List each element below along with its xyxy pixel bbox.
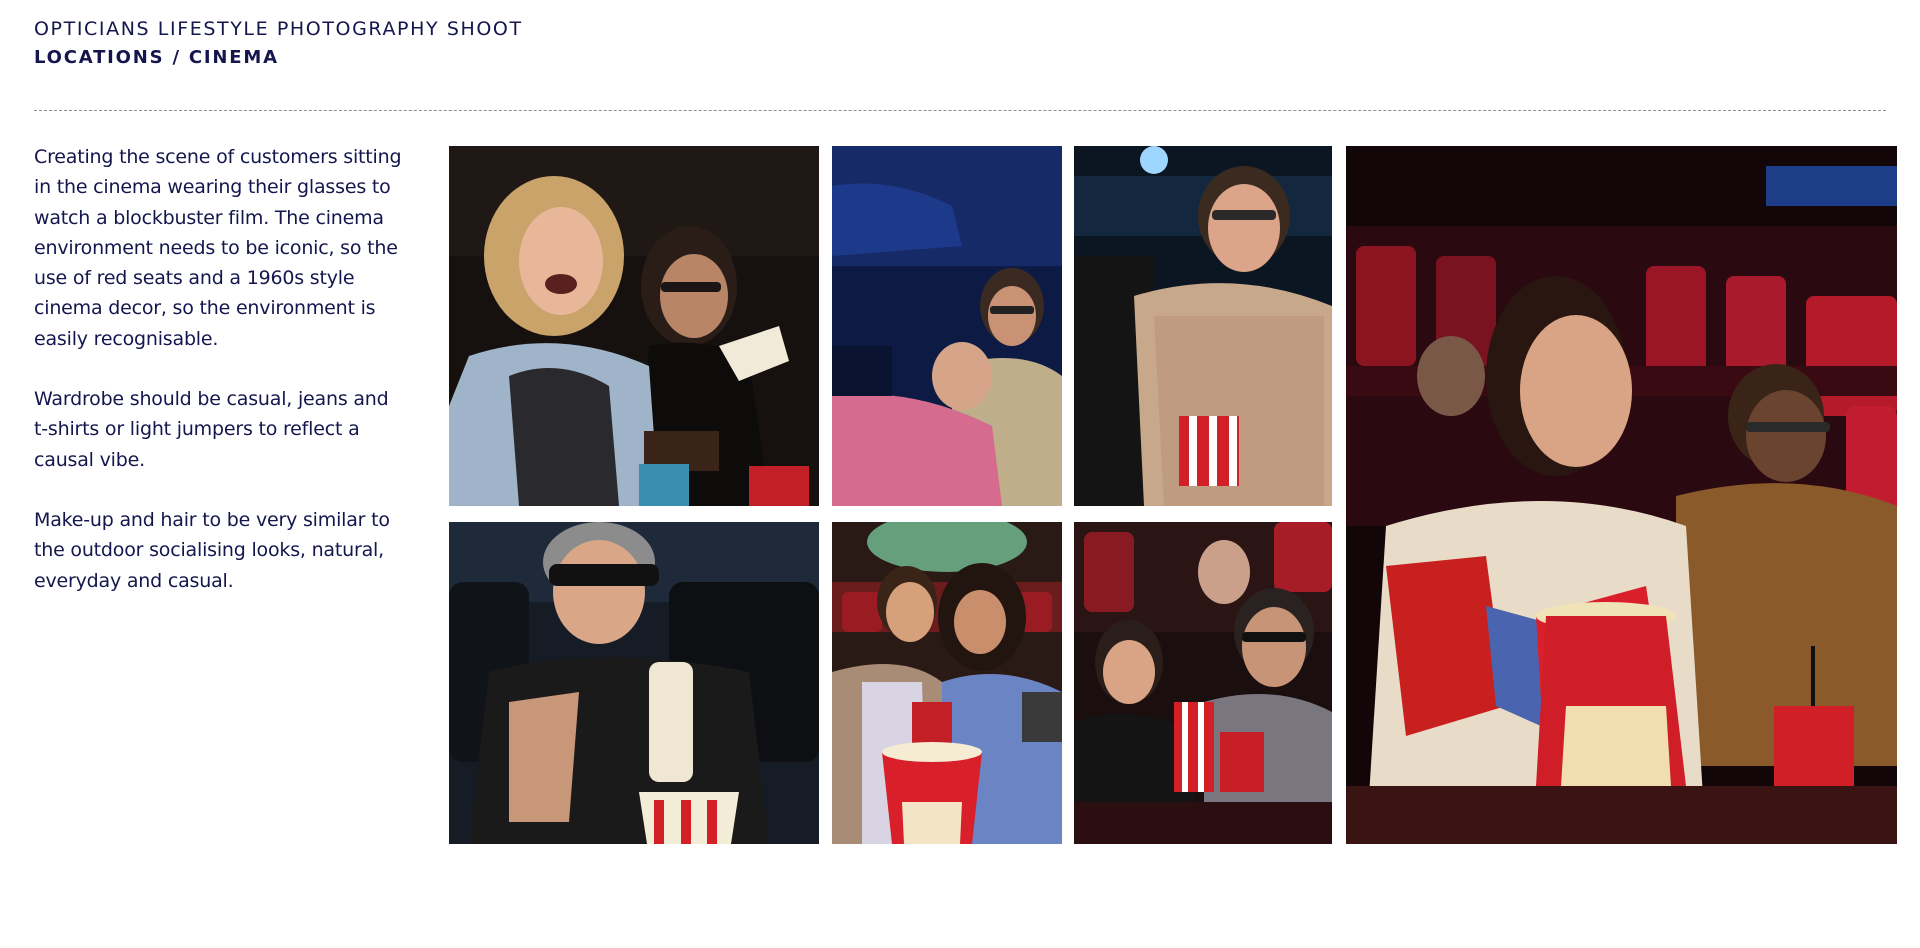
couple-lying-seats-photo [832,146,1062,506]
makeup-paragraph: Make-up and hair to be very similar to t… [34,508,390,592]
couple-popcorn-laughing-photo [832,522,1062,844]
man-3d-glasses-drinking-photo [449,522,819,844]
man-eating-popcorn-glasses-photo [1074,146,1332,506]
woman-smiling-red-seats-photo [1346,146,1897,844]
page-header: OPTICIANS LIFESTYLE PHOTOGRAPHY SHOOT LO… [34,16,523,72]
laughing-women-popcorn-photo [449,146,819,506]
dashed-divider [34,110,1886,111]
scene-paragraph: Creating the scene of customers sitting … [34,146,402,350]
project-eyebrow: OPTICIANS LIFESTYLE PHOTOGRAPHY SHOOT [34,18,523,40]
surprised-audience-photo [1074,522,1332,844]
brief-copy: Creating the scene of customers sitting … [34,142,404,626]
page-title: LOCATIONS / CINEMA [34,47,279,68]
wardrobe-paragraph: Wardrobe should be casual, jeans and t-s… [34,388,389,471]
